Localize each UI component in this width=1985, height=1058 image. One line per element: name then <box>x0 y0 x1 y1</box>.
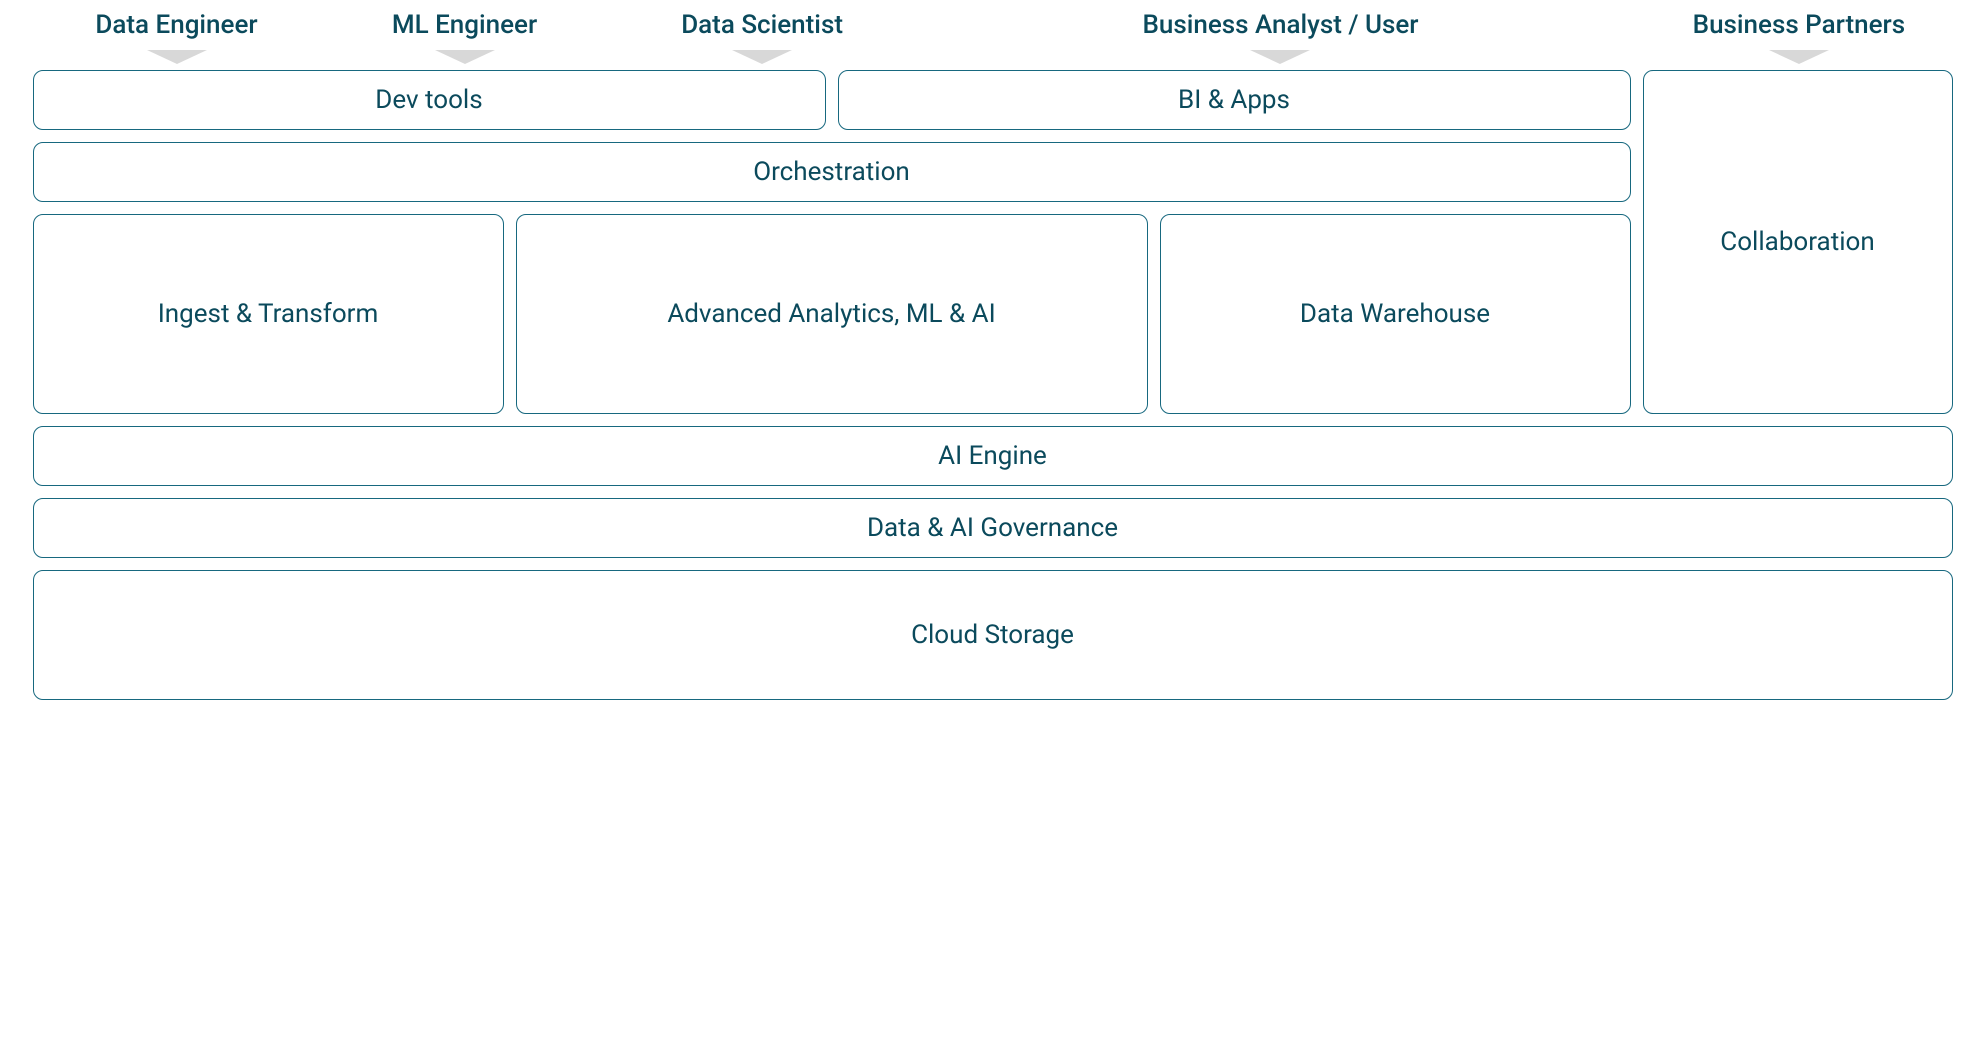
persona-label: Business Analyst / User <box>1142 10 1418 40</box>
layer-ingest-transform: Ingest & Transform <box>33 214 504 414</box>
chevron-down-icon <box>1769 50 1829 64</box>
persona-data-engineer: Data Engineer <box>33 10 321 64</box>
layer-orchestration: Orchestration <box>33 142 1631 202</box>
persona-label: ML Engineer <box>392 10 537 40</box>
chevron-down-icon <box>1250 50 1310 64</box>
persona-data-scientist: Data Scientist <box>609 10 916 64</box>
layer-grid: Dev tools BI & Apps Collaboration Orches… <box>33 70 1953 700</box>
chevron-down-icon <box>732 50 792 64</box>
persona-label: Data Scientist <box>681 10 843 40</box>
persona-ml-engineer: ML Engineer <box>321 10 609 64</box>
persona-business-partners: Business Partners <box>1645 10 1952 64</box>
persona-row: Data Engineer ML Engineer Data Scientist… <box>33 10 1953 64</box>
architecture-diagram: Data Engineer ML Engineer Data Scientist… <box>33 10 1953 700</box>
chevron-down-icon <box>435 50 495 64</box>
layer-cloud-storage: Cloud Storage <box>33 570 1953 700</box>
layer-collaboration: Collaboration <box>1643 70 1953 414</box>
layer-data-ai-governance: Data & AI Governance <box>33 498 1953 558</box>
layer-dev-tools: Dev tools <box>33 70 826 130</box>
layer-data-warehouse: Data Warehouse <box>1160 214 1631 414</box>
chevron-down-icon <box>147 50 207 64</box>
persona-label: Data Engineer <box>95 10 257 40</box>
layer-advanced-analytics-ml-ai: Advanced Analytics, ML & AI <box>516 214 1148 414</box>
layer-bi-apps: BI & Apps <box>838 70 1631 130</box>
layer-ai-engine: AI Engine <box>33 426 1953 486</box>
persona-label: Business Partners <box>1693 10 1905 40</box>
persona-business-analyst-user: Business Analyst / User <box>916 10 1646 64</box>
